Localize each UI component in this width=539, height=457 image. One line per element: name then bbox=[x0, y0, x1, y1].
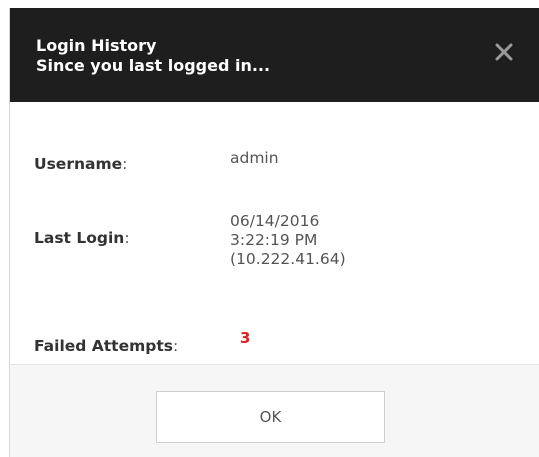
last-login-ip: (10.222.41.64) bbox=[230, 250, 346, 268]
username-label-text: Username bbox=[34, 155, 123, 173]
username-colon: : bbox=[122, 155, 128, 173]
last-login-colon: : bbox=[124, 229, 130, 247]
username-label: Username: bbox=[34, 154, 127, 174]
last-login-label: Last Login: bbox=[34, 228, 130, 248]
failed-attempts-value: 3 bbox=[240, 329, 251, 347]
dialog-footer: OK bbox=[10, 364, 539, 457]
dialog-title: Login History Since you last logged in..… bbox=[36, 36, 270, 76]
dialog-body: Username: admin Last Login: 06/14/2016 3… bbox=[10, 102, 539, 370]
last-login-time: 3:22:19 PM bbox=[230, 231, 318, 249]
last-login-date: 06/14/2016 bbox=[230, 212, 320, 230]
failed-attempts-colon: : bbox=[172, 337, 179, 355]
username-value: admin bbox=[230, 149, 279, 167]
close-button[interactable] bbox=[488, 36, 520, 68]
dialog-title-line1: Login History bbox=[36, 36, 157, 55]
close-x-icon bbox=[495, 43, 513, 61]
dialog-header: Login History Since you last logged in..… bbox=[10, 8, 539, 102]
failed-attempts-label: Failed Attempts: bbox=[34, 336, 178, 356]
ok-button[interactable]: OK bbox=[156, 391, 385, 443]
dialog-title-line2: Since you last logged in... bbox=[36, 56, 271, 75]
failed-attempts-label-text: Failed Attempts bbox=[34, 337, 173, 355]
last-login-label-text: Last Login bbox=[34, 229, 125, 247]
login-history-dialog: Login History Since you last logged in..… bbox=[9, 8, 539, 457]
last-login-value: 06/14/2016 3:22:19 PM (10.222.41.64) bbox=[230, 212, 346, 269]
